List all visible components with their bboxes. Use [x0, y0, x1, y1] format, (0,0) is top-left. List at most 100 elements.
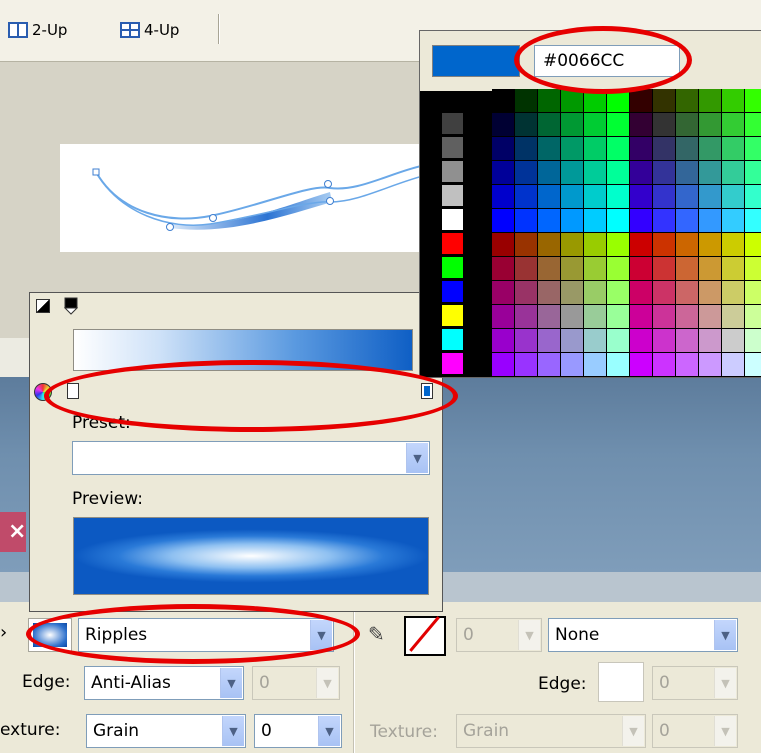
palette-swatch[interactable]: [515, 161, 538, 185]
palette-swatch[interactable]: [492, 137, 515, 161]
palette-swatch[interactable]: [745, 89, 761, 113]
palette-swatch[interactable]: [584, 209, 607, 233]
palette-swatch[interactable]: [722, 185, 745, 209]
palette-swatch[interactable]: [699, 329, 722, 353]
palette-swatch[interactable]: [745, 353, 761, 377]
palette-swatch[interactable]: [676, 161, 699, 185]
palette-swatch[interactable]: [584, 281, 607, 305]
palette-swatch[interactable]: [584, 329, 607, 353]
stroke-type-select[interactable]: None ▼: [548, 618, 738, 652]
gradient-stop-right[interactable]: [421, 383, 433, 399]
palette-swatch[interactable]: [699, 113, 722, 137]
palette-swatch[interactable]: [653, 353, 676, 377]
palette-swatch[interactable]: [722, 281, 745, 305]
palette-swatch[interactable]: [653, 185, 676, 209]
palette-swatch[interactable]: [699, 233, 722, 257]
palette-swatch[interactable]: [699, 257, 722, 281]
fill-color-swatch[interactable]: [28, 618, 72, 652]
palette-swatch[interactable]: [538, 161, 561, 185]
close-icon[interactable]: ×: [0, 512, 26, 552]
palette-swatch[interactable]: [745, 305, 761, 329]
palette-swatch[interactable]: [515, 209, 538, 233]
palette-swatch[interactable]: [561, 161, 584, 185]
palette-swatch[interactable]: [515, 257, 538, 281]
gradient-stop-left[interactable]: [67, 383, 79, 399]
palette-swatch[interactable]: [561, 281, 584, 305]
palette-swatch[interactable]: [722, 305, 745, 329]
stroke-color-swatch[interactable]: [404, 616, 446, 656]
palette-swatch[interactable]: [442, 113, 464, 135]
preset-select[interactable]: ▼: [72, 441, 430, 475]
palette-swatch[interactable]: [584, 353, 607, 377]
palette-swatch[interactable]: [584, 233, 607, 257]
palette-swatch[interactable]: [584, 305, 607, 329]
palette-swatch[interactable]: [653, 281, 676, 305]
palette-swatch[interactable]: [630, 329, 653, 353]
palette-swatch[interactable]: [492, 281, 515, 305]
palette-swatch[interactable]: [745, 161, 761, 185]
edge-select[interactable]: Anti-Alias ▼: [84, 666, 244, 700]
palette-swatch[interactable]: [492, 185, 515, 209]
palette-swatch[interactable]: [515, 233, 538, 257]
palette-swatch[interactable]: [607, 281, 630, 305]
palette-swatch[interactable]: [492, 209, 515, 233]
palette-swatch[interactable]: [630, 209, 653, 233]
palette-swatch[interactable]: [607, 137, 630, 161]
palette-swatch[interactable]: [442, 233, 464, 255]
palette-swatch[interactable]: [584, 113, 607, 137]
palette-swatch[interactable]: [722, 329, 745, 353]
palette-swatch[interactable]: [561, 137, 584, 161]
palette-swatch[interactable]: [607, 353, 630, 377]
palette-swatch[interactable]: [676, 257, 699, 281]
palette-swatch[interactable]: [676, 137, 699, 161]
palette-swatch[interactable]: [745, 185, 761, 209]
palette-swatch[interactable]: [630, 137, 653, 161]
palette-swatch[interactable]: [676, 281, 699, 305]
palette-swatch[interactable]: [561, 209, 584, 233]
palette-swatch[interactable]: [653, 305, 676, 329]
palette-swatch[interactable]: [653, 137, 676, 161]
palette-swatch[interactable]: [722, 161, 745, 185]
palette-swatch[interactable]: [538, 329, 561, 353]
palette-swatch[interactable]: [538, 209, 561, 233]
chevron-down-icon[interactable]: ▼: [310, 620, 332, 650]
palette-swatch[interactable]: [630, 353, 653, 377]
palette-swatch[interactable]: [676, 113, 699, 137]
palette-swatch[interactable]: [607, 305, 630, 329]
palette-swatch[interactable]: [538, 113, 561, 137]
palette-swatch[interactable]: [722, 113, 745, 137]
color-wheel-icon[interactable]: [34, 383, 52, 401]
palette-swatch[interactable]: [745, 233, 761, 257]
palette-swatch[interactable]: [722, 209, 745, 233]
palette-swatch[interactable]: [653, 329, 676, 353]
palette-swatch[interactable]: [630, 89, 653, 113]
four-up-button[interactable]: 4-Up: [120, 18, 179, 42]
chevron-down-icon[interactable]: ▼: [222, 716, 244, 746]
palette-swatch[interactable]: [442, 257, 464, 279]
palette-swatch[interactable]: [745, 209, 761, 233]
palette-swatch[interactable]: [699, 89, 722, 113]
palette-swatch[interactable]: [538, 257, 561, 281]
palette-swatch[interactable]: [630, 233, 653, 257]
palette-swatch[interactable]: [584, 89, 607, 113]
palette-swatch[interactable]: [561, 113, 584, 137]
palette-swatch[interactable]: [515, 329, 538, 353]
palette-swatch[interactable]: [515, 353, 538, 377]
palette-swatch[interactable]: [538, 233, 561, 257]
palette-swatch[interactable]: [745, 257, 761, 281]
palette-swatch[interactable]: [538, 185, 561, 209]
palette-swatch[interactable]: [676, 185, 699, 209]
palette-swatch[interactable]: [442, 353, 464, 375]
palette-swatch[interactable]: [442, 161, 464, 183]
two-up-button[interactable]: 2-Up: [8, 18, 67, 42]
palette-swatch[interactable]: [584, 257, 607, 281]
palette-swatch[interactable]: [676, 233, 699, 257]
palette-swatch[interactable]: [699, 305, 722, 329]
swap-colors-icon[interactable]: [36, 299, 50, 313]
palette-swatch[interactable]: [442, 209, 464, 231]
palette-swatch[interactable]: [630, 257, 653, 281]
selected-path[interactable]: [60, 144, 430, 252]
palette-swatch[interactable]: [699, 353, 722, 377]
fill-type-select[interactable]: Ripples ▼: [78, 618, 334, 652]
palette-swatch[interactable]: [561, 185, 584, 209]
